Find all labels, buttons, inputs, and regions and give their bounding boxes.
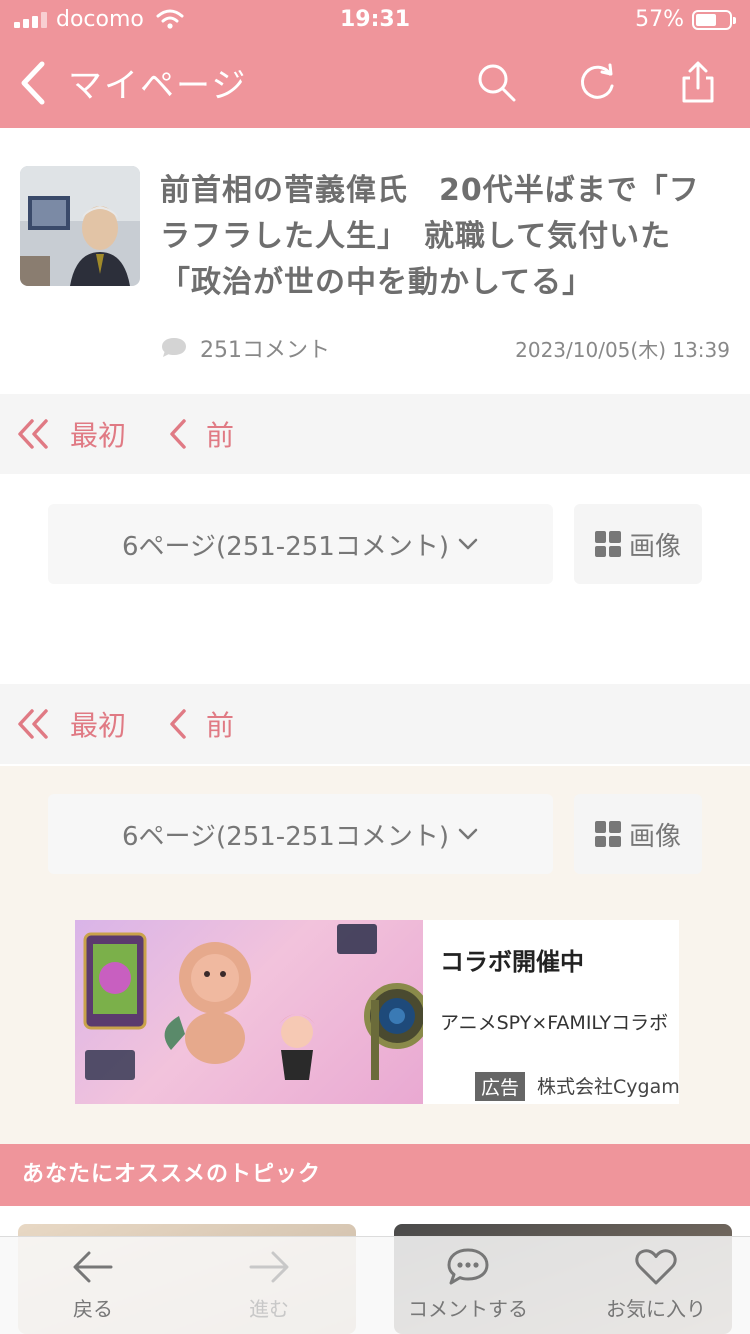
tab-favorite[interactable]: お気に入り [598,1247,714,1322]
search-icon[interactable] [474,60,518,104]
image-view-button[interactable]: 画像 [574,504,702,584]
pager-first-button[interactable]: 最初 [16,414,126,454]
image-view-button[interactable]: 画像 [574,794,702,874]
arrow-right-icon [249,1251,289,1283]
comment-count-label: 251コメント [200,338,330,363]
pager-first-button[interactable]: 最初 [16,704,126,744]
ad-title: コラボ開催中 [440,948,584,976]
tab-favorite-label: お気に入り [606,1297,706,1321]
tab-back[interactable]: 戻る [46,1247,140,1322]
bottom-tab-bar: 戻る 進む コメントする お気に入り [0,1236,750,1334]
pager-bottom: 最初 前 [0,684,750,764]
grid-icon [594,821,621,847]
article-headline[interactable]: 前首相の菅義偉氏 20代半ばまで「フラフラした人生」 就職して気付いた「政治が世… [160,168,730,306]
nav-title[interactable]: マイページ [68,58,247,107]
grid-icon [594,531,621,557]
battery-percent: 57% [635,7,684,32]
image-view-label: 画像 [628,821,681,852]
ad-description: アニメSPY×FAMILYコラボ [440,1012,669,1034]
page-select[interactable]: 6ページ(251-251コメント) [48,504,553,584]
chevron-down-icon [458,538,478,550]
chevron-left-icon [170,709,186,739]
article-thumbnail [20,166,140,286]
pager-prev-button[interactable]: 前 [168,704,234,744]
share-icon[interactable] [676,60,720,104]
page-select-value: 6ページ(251-251コメント) [122,531,449,562]
tab-comment-label: コメントする [408,1297,528,1321]
ad-banner[interactable]: コラボ開催中 アニメSPY×FAMILYコラボ 広告 株式会社Cygam [75,920,679,1104]
comment-bubble-icon [162,338,186,357]
pager-first-label: 最初 [70,419,127,452]
pager-first-label: 最初 [70,709,127,742]
image-view-label: 画像 [628,531,681,562]
tab-back-label: 戻る [73,1297,113,1321]
page-select-value: 6ページ(251-251コメント) [122,821,449,852]
tab-forward[interactable]: 進む [222,1247,316,1322]
ad-sponsor: 株式会社Cygam [537,1076,679,1098]
pager-prev-label: 前 [206,419,235,452]
tab-forward-label: 進む [249,1297,289,1321]
top-bar: docomo 19:31 57% マイページ [0,0,750,128]
pager-prev-label: 前 [206,709,235,742]
tab-comment[interactable]: コメントする [398,1247,538,1322]
pager-prev-button[interactable]: 前 [168,414,234,454]
double-chevron-left-icon [18,419,48,449]
recommend-header: あなたにオススメのトピック [0,1144,750,1206]
battery-icon [692,10,736,30]
article-datetime: 2023/10/05(木) 13:39 [515,338,730,362]
comment-count[interactable]: 251コメント [160,332,330,364]
ad-badge: 広告 [475,1072,526,1101]
comment-icon [447,1248,489,1285]
chevron-left-icon [170,419,186,449]
chevron-down-icon [458,828,478,840]
back-chevron-icon[interactable] [16,60,50,106]
heart-icon [635,1249,677,1285]
arrow-left-icon [73,1251,113,1283]
ad-image [75,920,423,1104]
pager-top: 最初 前 [0,394,750,474]
status-bar: docomo 19:31 57% [0,0,750,42]
page-select[interactable]: 6ページ(251-251コメント) [48,794,553,874]
reload-icon[interactable] [576,60,620,104]
double-chevron-left-icon [18,709,48,739]
